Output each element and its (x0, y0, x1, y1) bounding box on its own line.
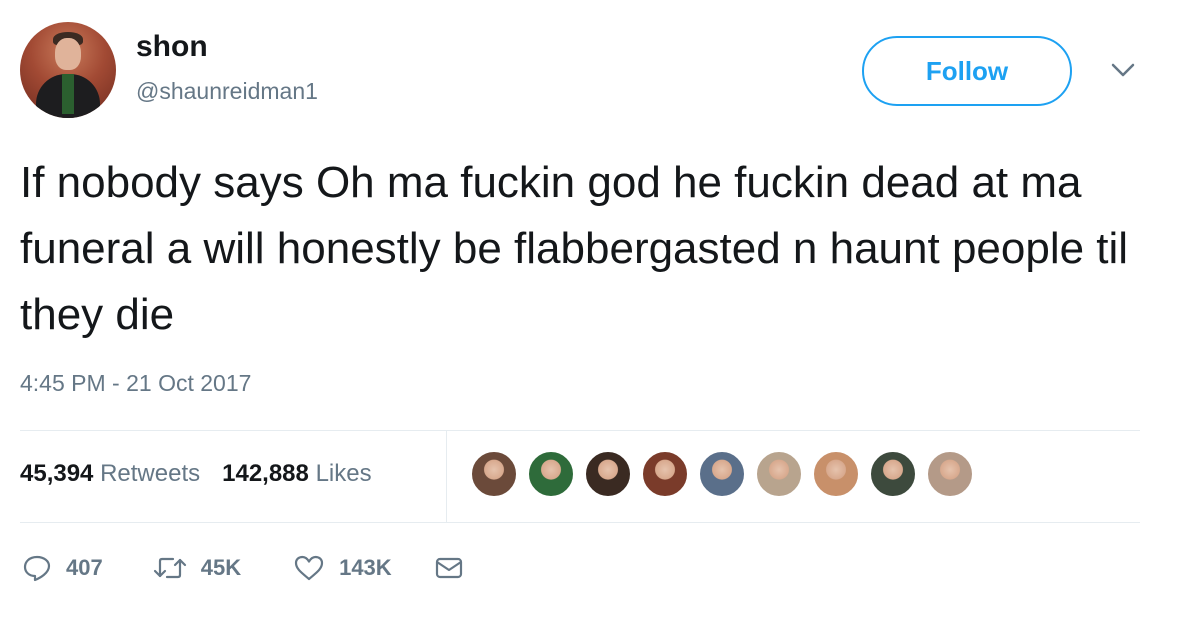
reply-button[interactable]: 407 (22, 554, 103, 582)
reply-count: 407 (66, 555, 103, 580)
like-button[interactable]: 143K (293, 554, 392, 582)
likes-stat[interactable]: 142,888 Likes (222, 460, 371, 487)
avatar-face (55, 38, 81, 70)
tweet-text: If nobody says Oh ma fuckin god he fucki… (20, 158, 1129, 339)
liker-avatar[interactable] (470, 450, 518, 498)
divider (20, 430, 1140, 431)
avatar[interactable] (20, 22, 116, 118)
display-name[interactable]: shon (136, 30, 208, 64)
heart-icon (294, 555, 324, 581)
user-handle[interactable]: @shaunreidman1 (136, 78, 318, 105)
retweets-label: Retweets (100, 460, 201, 487)
reply-icon (23, 555, 51, 582)
liker-avatar[interactable] (755, 450, 803, 498)
liker-avatar[interactable] (584, 450, 632, 498)
liker-avatars (470, 450, 983, 502)
like-count: 143K (339, 555, 392, 580)
divider (20, 522, 1140, 523)
follow-button[interactable]: Follow (862, 36, 1072, 106)
liker-avatar[interactable] (641, 450, 689, 498)
liker-avatar[interactable] (812, 450, 860, 498)
direct-message-button[interactable] (434, 555, 464, 581)
engagement-stats: 45,394 Retweets 142,888 Likes (20, 460, 372, 488)
likes-label: Likes (315, 460, 372, 487)
chevron-down-icon[interactable] (1110, 60, 1136, 80)
tweet-timestamp[interactable]: 4:45 PM - 21 Oct 2017 (20, 370, 251, 397)
tweet-actions: 407 45K 143K (22, 548, 464, 588)
envelope-icon (435, 557, 462, 579)
liker-avatar[interactable] (926, 450, 974, 498)
retweet-icon (153, 557, 186, 579)
liker-avatar[interactable] (869, 450, 917, 498)
divider (446, 431, 447, 522)
liker-avatar[interactable] (698, 450, 746, 498)
retweet-count: 45K (200, 555, 242, 580)
retweet-button[interactable]: 45K (153, 555, 241, 581)
liker-avatar[interactable] (527, 450, 575, 498)
retweets-count: 45,394 (20, 460, 94, 487)
retweets-stat[interactable]: 45,394 Retweets (20, 460, 200, 487)
avatar-shirt (62, 74, 74, 114)
likes-count: 142,888 (222, 460, 309, 487)
